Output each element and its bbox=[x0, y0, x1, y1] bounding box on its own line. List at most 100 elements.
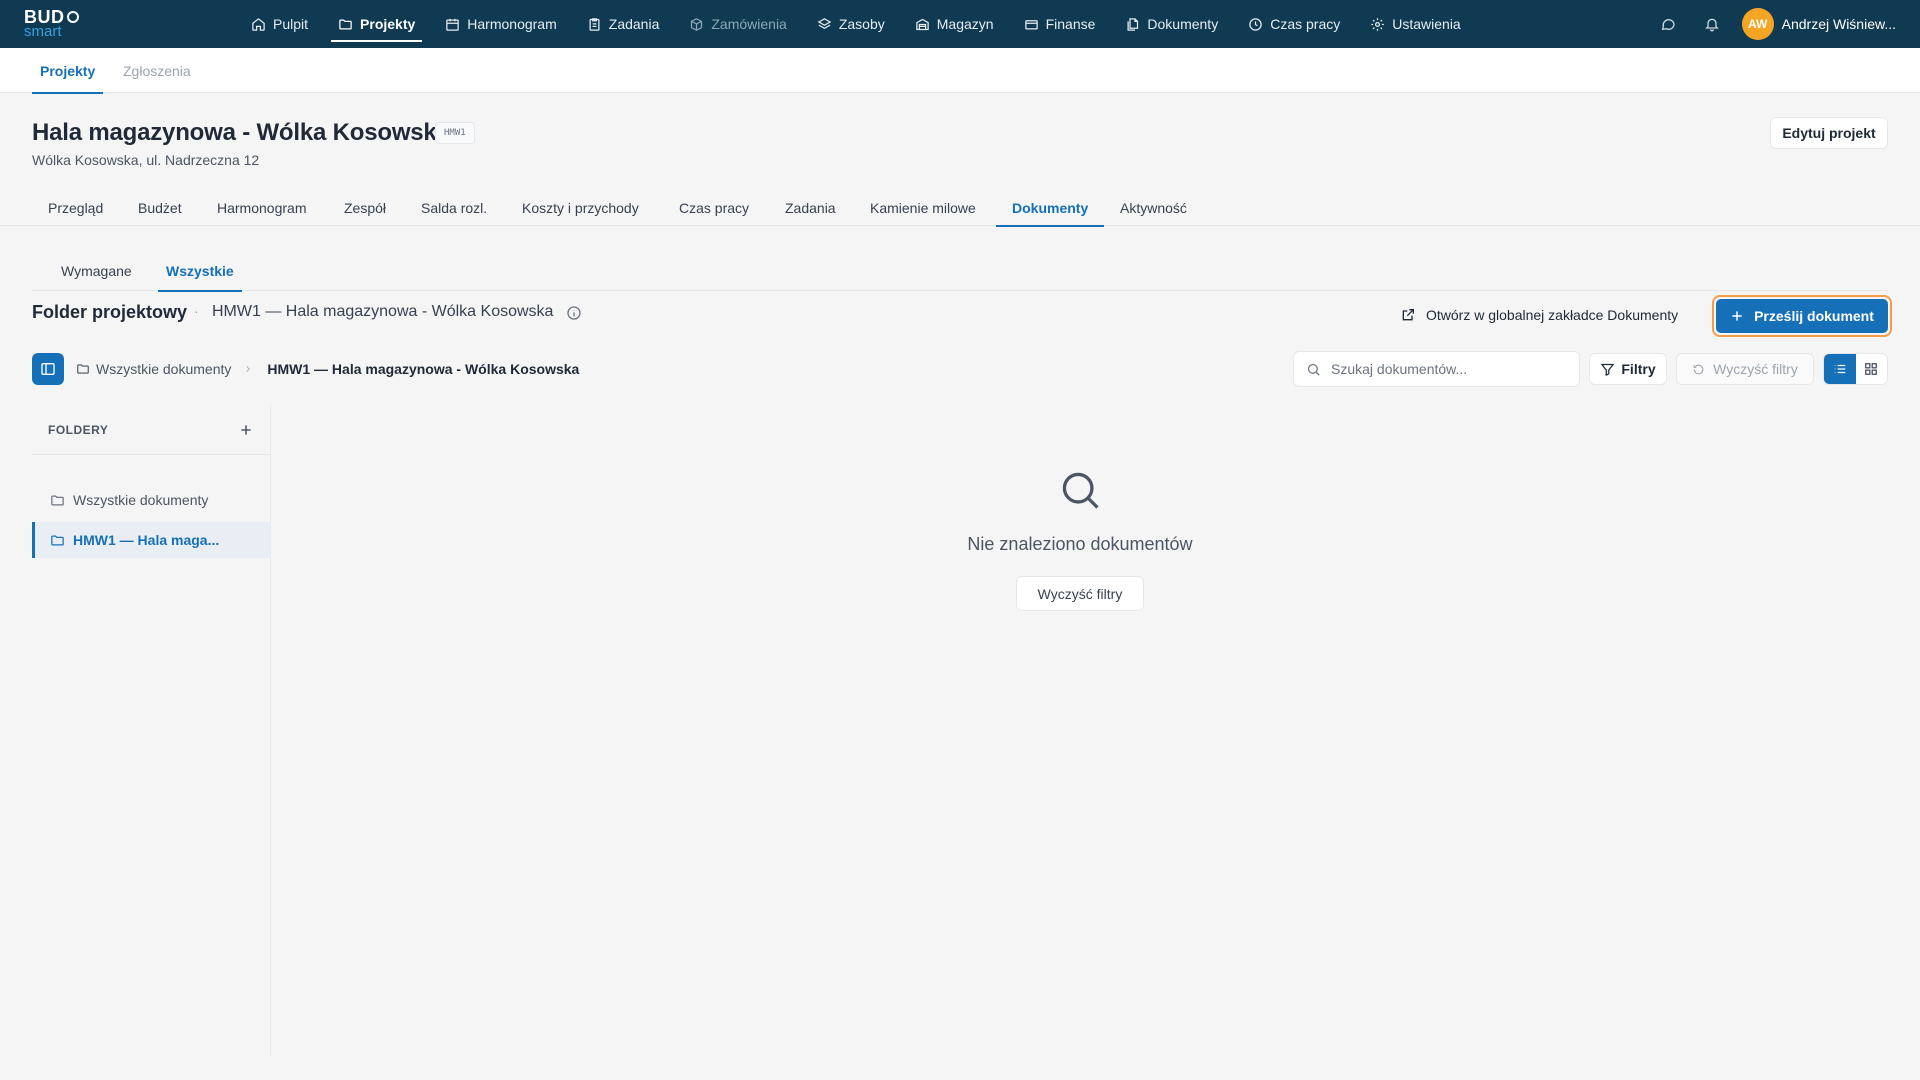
search-box bbox=[1293, 351, 1580, 387]
logo-subtext: smart bbox=[24, 23, 62, 40]
info-icon[interactable] bbox=[566, 305, 582, 321]
plus-icon bbox=[1732, 311, 1742, 321]
project-address: Wólka Kosowska, ul. Nadrzeczna 12 bbox=[32, 152, 260, 168]
project-tabs: Przegląd Budżet Harmonogram Zespół Salda… bbox=[0, 189, 1920, 227]
top-navbar: BUD smart Pulpit Projekty Harmonogram Za… bbox=[0, 0, 1920, 48]
layers-icon bbox=[817, 17, 832, 29]
list-view-button[interactable] bbox=[1824, 354, 1856, 384]
empty-clear-filters-button[interactable]: Wyczyść filtry bbox=[1016, 576, 1144, 611]
chevron-right-icon bbox=[246, 366, 251, 372]
nav-item-czas-pracy[interactable]: Czas pracy bbox=[1233, 0, 1355, 48]
sidebar-toggle-button[interactable] bbox=[32, 353, 64, 385]
nav-label: Czas pracy bbox=[1270, 16, 1341, 32]
nav-item-finanse[interactable]: Finanse bbox=[1009, 0, 1111, 48]
bulb-icon bbox=[66, 11, 79, 23]
nav-item-ustawienia[interactable]: Ustawienia bbox=[1355, 0, 1475, 48]
nav-item-pulpit[interactable]: Pulpit bbox=[236, 0, 323, 48]
folder-icon bbox=[77, 364, 89, 374]
upload-document-button[interactable]: Prześlij dokument bbox=[1712, 295, 1892, 337]
chat-button[interactable] bbox=[1646, 0, 1690, 48]
filters-button[interactable]: Filtry bbox=[1589, 353, 1667, 385]
tab-budzet[interactable]: Budżet bbox=[122, 189, 198, 226]
nav-label: Zadania bbox=[608, 16, 660, 32]
top-right-actions: AW Andrzej Wiśniew... bbox=[1646, 0, 1896, 48]
nav-item-zasoby[interactable]: Zasoby bbox=[802, 0, 900, 48]
nav-label: Magazyn bbox=[936, 16, 994, 32]
sidebar-panel-icon bbox=[41, 363, 55, 375]
tab-dokumenty[interactable]: Dokumenty bbox=[996, 189, 1105, 227]
tab-wymagane[interactable]: Wymagane bbox=[57, 250, 136, 291]
search-input[interactable] bbox=[1331, 361, 1551, 377]
tab-harmonogram[interactable]: Harmonogram bbox=[201, 189, 322, 226]
main-nav: Pulpit Projekty Harmonogram Zadania Zamó… bbox=[236, 0, 1476, 48]
clear-filters-button[interactable]: Wyczyść filtry bbox=[1676, 353, 1814, 385]
tab-aktywnosc[interactable]: Aktywność bbox=[1104, 189, 1203, 226]
tab-salda[interactable]: Salda rozl. bbox=[405, 189, 503, 226]
tab-zespol[interactable]: Zespół bbox=[328, 189, 402, 226]
search-icon bbox=[1058, 468, 1102, 512]
folder-subtitle: HMW1 — Hala magazynowa - Wólka Kosowska bbox=[212, 303, 554, 320]
edit-project-button[interactable]: Edytuj projekt bbox=[1770, 117, 1888, 149]
app-logo[interactable]: BUD smart bbox=[24, 8, 84, 40]
document-tabs: Wymagane Wszystkie bbox=[32, 250, 1888, 292]
calendar-icon bbox=[446, 18, 460, 31]
folder-item-all[interactable]: Wszystkie dokumenty bbox=[32, 482, 271, 518]
nav-label: Ustawienia bbox=[1392, 16, 1461, 32]
folder-item-label: HMW1 — Hala maga... bbox=[73, 532, 220, 548]
clear-filters-label: Wyczyść filtry bbox=[1713, 361, 1798, 377]
warehouse-icon bbox=[916, 18, 929, 30]
folder-item-label: Wszystkie dokumenty bbox=[73, 492, 209, 508]
folders-title: FOLDERY bbox=[48, 422, 109, 437]
folders-sidebar: FOLDERY Wszystkie dokumenty HMW1 — Hala … bbox=[32, 405, 271, 1055]
home-icon bbox=[252, 17, 265, 31]
tab-przeglad[interactable]: Przegląd bbox=[32, 189, 119, 226]
package-icon bbox=[691, 17, 703, 31]
breadcrumb-root[interactable]: Wszystkie dokumenty bbox=[96, 361, 231, 377]
add-folder-icon[interactable] bbox=[238, 422, 254, 438]
tab-zgloszenia[interactable]: Zgłoszenia bbox=[119, 48, 195, 93]
folders-header: FOLDERY bbox=[32, 405, 270, 455]
tab-projekty[interactable]: Projekty bbox=[31, 48, 104, 94]
open-global-documents-link[interactable]: Otwórz w globalnej zakładce Dokumenty bbox=[1400, 300, 1678, 330]
clock-icon bbox=[1249, 17, 1262, 31]
empty-state-message: Nie znaleziono dokumentów bbox=[967, 534, 1193, 554]
nav-label: Dokumenty bbox=[1147, 16, 1219, 32]
nav-item-harmonogram[interactable]: Harmonogram bbox=[430, 0, 571, 48]
grid-icon bbox=[1865, 363, 1878, 375]
section-tabs: Projekty Zgłoszenia bbox=[0, 48, 1920, 94]
page-title: Hala magazynowa - Wólka Kosowska bbox=[32, 119, 450, 146]
tab-zadania[interactable]: Zadania bbox=[769, 189, 852, 226]
nav-item-projekty[interactable]: Projekty bbox=[323, 0, 430, 48]
external-link-icon bbox=[1402, 309, 1414, 321]
nav-item-zadania[interactable]: Zadania bbox=[572, 0, 675, 48]
title-separator: · bbox=[194, 303, 199, 319]
folder-icon bbox=[339, 19, 352, 29]
nav-item-dokumenty[interactable]: Dokumenty bbox=[1110, 0, 1233, 48]
tab-kamienie[interactable]: Kamienie milowe bbox=[854, 189, 992, 226]
credit-card-icon bbox=[1024, 19, 1038, 29]
nav-label: Projekty bbox=[360, 16, 416, 32]
avatar[interactable]: AW bbox=[1741, 8, 1774, 40]
reset-icon bbox=[1693, 364, 1704, 374]
filters-label: Filtry bbox=[1621, 361, 1656, 377]
upload-label: Prześlij dokument bbox=[1754, 308, 1874, 324]
tab-wszystkie[interactable]: Wszystkie bbox=[158, 250, 242, 292]
project-code-badge: HMW1 bbox=[435, 122, 475, 144]
grid-view-button[interactable] bbox=[1856, 354, 1888, 384]
notifications-button[interactable] bbox=[1690, 0, 1734, 48]
nav-label: Zasoby bbox=[838, 16, 885, 32]
folder-icon bbox=[51, 495, 64, 505]
nav-item-zamowienia[interactable]: Zamówienia bbox=[674, 0, 801, 48]
open-global-label: Otwórz w globalnej zakładce Dokumenty bbox=[1426, 307, 1679, 323]
user-name[interactable]: Andrzej Wiśniew... bbox=[1782, 16, 1896, 32]
search-icon bbox=[1307, 363, 1320, 376]
tab-koszty[interactable]: Koszty i przychody bbox=[506, 189, 655, 226]
folder-item-hmw1[interactable]: HMW1 — Hala maga... bbox=[32, 522, 271, 558]
gear-icon bbox=[1371, 17, 1384, 31]
nav-label: Zamówienia bbox=[711, 16, 787, 32]
clipboard-icon bbox=[589, 17, 600, 31]
breadcrumb-current: HMW1 — Hala magazynowa - Wólka Kosowska bbox=[267, 361, 580, 377]
chat-bubble-icon bbox=[1661, 19, 1675, 31]
tab-czas-pracy[interactable]: Czas pracy bbox=[663, 189, 765, 226]
nav-item-magazyn[interactable]: Magazyn bbox=[900, 0, 1009, 48]
